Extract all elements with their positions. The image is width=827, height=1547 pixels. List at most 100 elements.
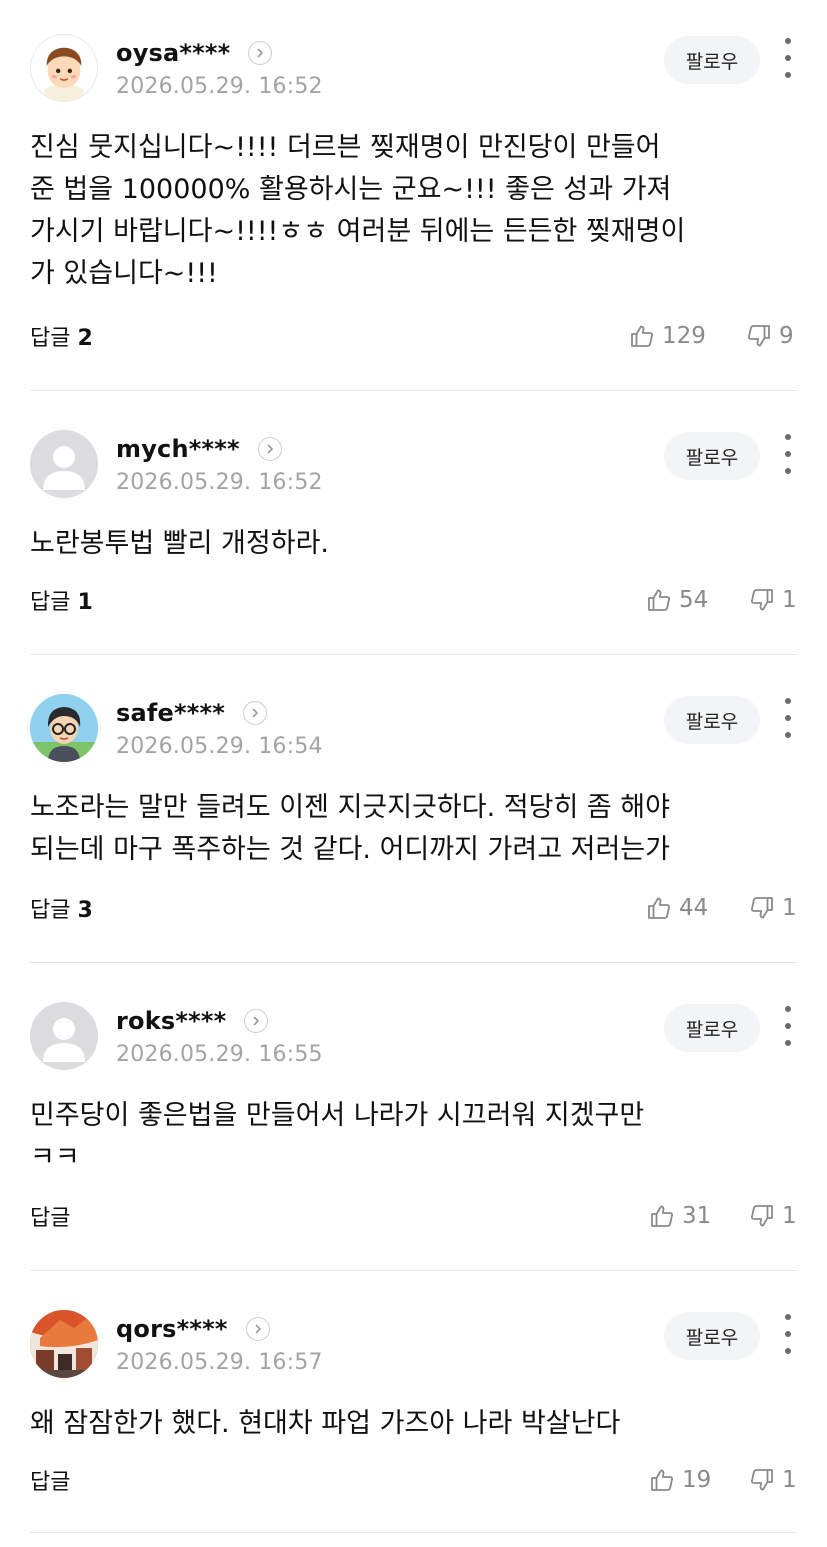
avatar[interactable] xyxy=(30,694,98,762)
divider xyxy=(30,1532,797,1533)
divider xyxy=(30,962,797,963)
reply-label: 답글 xyxy=(30,1206,71,1231)
dislike-count: 1 xyxy=(782,587,797,613)
chevron-right-icon[interactable] xyxy=(244,1009,269,1033)
dislike-count: 1 xyxy=(782,1467,797,1493)
avatar[interactable] xyxy=(30,1310,98,1378)
follow-button[interactable]: 팔로우 xyxy=(664,1312,760,1360)
follow-button[interactable]: 팔로우 xyxy=(664,36,760,84)
follow-button[interactable]: 팔로우 xyxy=(664,696,760,744)
like-button[interactable]: 31 xyxy=(648,1196,711,1236)
comment-footer: 답글 2 129 9 xyxy=(0,316,827,356)
comment-date: 2026.05.29. 16:52 xyxy=(116,470,323,495)
like-button[interactable]: 129 xyxy=(628,316,706,356)
comment-text: 진심 뭇지십니다~!!!! 더르븐 찢재명이 만진당이 만들어 준 법을 100… xyxy=(30,132,686,289)
thumbs-up-icon xyxy=(631,325,653,347)
avatar[interactable] xyxy=(30,34,98,102)
author-row: roks**** xyxy=(116,1003,269,1039)
thumbs-down-icon xyxy=(751,1205,773,1227)
author-name[interactable]: roks**** xyxy=(116,1007,226,1035)
reply-button[interactable]: 답글 xyxy=(30,1464,70,1496)
cartoon-face-avatar-icon xyxy=(31,35,97,101)
dislike-button[interactable]: 1 xyxy=(748,1460,797,1500)
more-vertical-icon[interactable] xyxy=(776,1006,800,1046)
more-vertical-icon[interactable] xyxy=(776,1314,800,1354)
thumbs-down-icon xyxy=(751,897,773,919)
comment-text: 노조라는 말만 들려도 이젠 지긋지긋하다. 적당히 좀 해야 되는데 마구 폭… xyxy=(30,792,670,865)
divider xyxy=(30,1270,797,1271)
comment-item: oysa**** 2026.05.29. 16:52 팔로우 진심 뭇지십니다~… xyxy=(0,34,827,390)
default-user-avatar-icon xyxy=(30,430,98,498)
comment-date: 2026.05.29. 16:52 xyxy=(116,74,323,99)
comment-date: 2026.05.29. 16:57 xyxy=(116,1350,323,1375)
dislike-button[interactable]: 1 xyxy=(748,580,797,620)
like-count: 54 xyxy=(679,587,709,613)
author-name[interactable]: oysa**** xyxy=(116,39,230,67)
comment-text: 왜 잠잠한가 했다. 현대차 파업 가즈아 나라 박살난다 xyxy=(30,1408,621,1439)
divider xyxy=(30,390,797,391)
author-row: safe**** xyxy=(116,695,268,731)
reply-count: 2 xyxy=(77,326,93,351)
comment-footer: 답글 31 1 xyxy=(0,1196,827,1236)
dislike-button[interactable]: 9 xyxy=(745,316,794,356)
author-name[interactable]: safe**** xyxy=(116,699,225,727)
like-button[interactable]: 44 xyxy=(645,888,708,928)
comment-item: safe**** 2026.05.29. 16:54 팔로우 노조라는 말만 들… xyxy=(0,694,827,962)
author-name[interactable]: qors**** xyxy=(116,1315,228,1343)
comment-item: mych**** 2026.05.29. 16:52 팔로우 노란봉투법 빨리 … xyxy=(0,430,827,654)
reply-button[interactable]: 답글 xyxy=(30,1200,70,1232)
reply-button[interactable]: 답글 3 xyxy=(30,892,93,924)
chevron-right-icon[interactable] xyxy=(245,1317,270,1341)
author-row: oysa**** xyxy=(116,35,273,71)
thumbs-up-icon xyxy=(648,589,670,611)
author-row: mych**** xyxy=(116,431,282,467)
comment-date: 2026.05.29. 16:55 xyxy=(116,1042,323,1067)
dislike-count: 1 xyxy=(782,1203,797,1229)
thumbs-down-icon xyxy=(751,589,773,611)
photo-avatar-icon xyxy=(30,1310,98,1378)
reply-count: 1 xyxy=(77,590,93,615)
dislike-button[interactable]: 1 xyxy=(748,1196,797,1236)
thumbs-up-icon xyxy=(651,1205,673,1227)
follow-button[interactable]: 팔로우 xyxy=(664,432,760,480)
reply-label: 답글 xyxy=(30,326,71,351)
more-vertical-icon[interactable] xyxy=(776,434,800,474)
thumbs-up-icon xyxy=(651,1469,673,1491)
chevron-right-icon[interactable] xyxy=(257,437,282,461)
comment-footer: 답글 1 54 1 xyxy=(0,580,827,620)
reply-label: 답글 xyxy=(30,590,71,615)
reply-count: 3 xyxy=(77,898,93,923)
reply-button[interactable]: 답글 2 xyxy=(30,320,93,352)
comment-footer: 답글 3 44 1 xyxy=(0,888,827,928)
like-count: 31 xyxy=(682,1203,712,1229)
dislike-count: 9 xyxy=(779,323,794,349)
reply-label: 답글 xyxy=(30,898,71,923)
like-count: 44 xyxy=(679,895,709,921)
comment-text: 노란봉투법 빨리 개정하라. xyxy=(30,528,329,559)
thumbs-down-icon xyxy=(748,325,770,347)
reply-button[interactable]: 답글 1 xyxy=(30,584,93,616)
avatar[interactable] xyxy=(30,430,98,498)
comment-footer: 답글 19 1 xyxy=(0,1460,827,1500)
follow-button[interactable]: 팔로우 xyxy=(664,1004,760,1052)
comment-list: oysa**** 2026.05.29. 16:52 팔로우 진심 뭇지십니다~… xyxy=(0,0,827,1547)
comment-text: 민주당이 좋은법을 만들어서 나라가 시끄러워 지겠구만 ㅋㅋ xyxy=(30,1100,645,1173)
comment-item: roks**** 2026.05.29. 16:55 팔로우 민주당이 좋은법을… xyxy=(0,1002,827,1270)
comment-date: 2026.05.29. 16:54 xyxy=(116,734,323,759)
dislike-button[interactable]: 1 xyxy=(748,888,797,928)
reply-label: 답글 xyxy=(30,1470,71,1495)
more-vertical-icon[interactable] xyxy=(776,38,800,78)
like-count: 129 xyxy=(662,323,706,349)
dislike-count: 1 xyxy=(782,895,797,921)
author-name[interactable]: mych**** xyxy=(116,435,240,463)
like-count: 19 xyxy=(682,1467,712,1493)
comment-item: qors**** 2026.05.29. 16:57 팔로우 왜 잠잠한가 했다… xyxy=(0,1310,827,1532)
avatar[interactable] xyxy=(30,1002,98,1070)
chevron-right-icon[interactable] xyxy=(248,41,273,65)
like-button[interactable]: 19 xyxy=(648,1460,711,1500)
default-user-avatar-icon xyxy=(30,1002,98,1070)
more-vertical-icon[interactable] xyxy=(776,698,800,738)
chevron-right-icon[interactable] xyxy=(243,701,268,725)
like-button[interactable]: 54 xyxy=(645,580,708,620)
glasses-character-avatar-icon xyxy=(30,694,98,762)
